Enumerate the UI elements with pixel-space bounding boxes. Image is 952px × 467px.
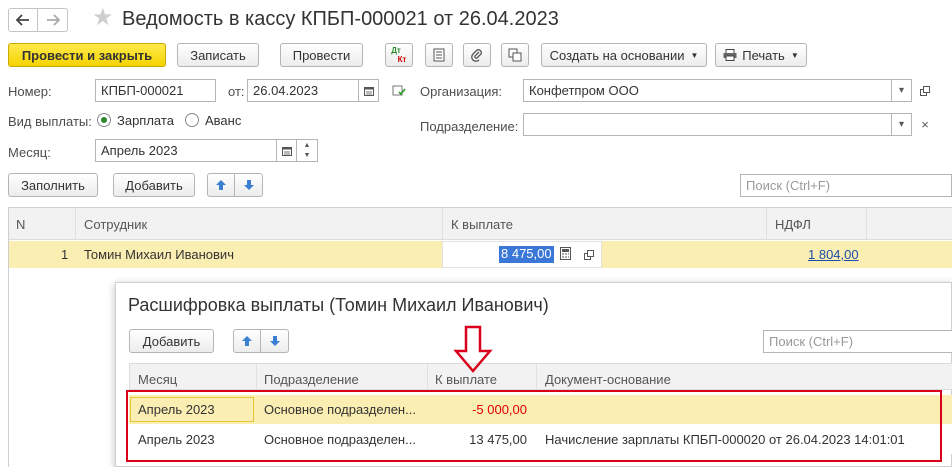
popup-move-down-button[interactable] [261, 329, 289, 353]
row-to-pay-value: 8 475,00 [501, 246, 552, 261]
open-link-icon [920, 85, 930, 96]
move-down-button[interactable] [235, 173, 263, 197]
printer-icon [723, 49, 737, 61]
list-icon [433, 48, 445, 62]
popup-move-up-button[interactable] [233, 329, 261, 353]
column-ndfl[interactable]: НДФЛ [775, 217, 811, 232]
organization-open-button[interactable] [914, 79, 936, 102]
column-n[interactable]: N [16, 217, 25, 232]
back-button[interactable] [8, 8, 38, 32]
calculator-icon [560, 247, 571, 260]
row-number: 1 [61, 247, 69, 262]
kt-label: Кт [397, 55, 407, 64]
annotation-highlight-box [126, 390, 942, 462]
arrow-right-icon [46, 14, 60, 26]
department-clear-button[interactable]: × [914, 113, 936, 136]
calendar-icon [281, 146, 292, 156]
close-icon: × [921, 117, 929, 132]
organization-dropdown-button[interactable]: ▾ [892, 79, 912, 102]
save-button[interactable]: Записать [177, 43, 259, 67]
calendar-icon [363, 86, 374, 96]
create-based-on-label: Создать на основании [549, 47, 685, 63]
number-label: Номер: [8, 84, 52, 99]
date-from-label: от: [228, 84, 245, 99]
department-dropdown-button[interactable]: ▾ [892, 113, 912, 136]
organization-field[interactable]: Конфетпром ООО [523, 79, 892, 102]
radio-advance-label[interactable]: Аванс [205, 113, 241, 128]
column-employee[interactable]: Сотрудник [84, 217, 147, 232]
row-employee: Томин Михаил Иванович [84, 247, 234, 262]
month-stepper[interactable]: ▲ ▼ [297, 139, 318, 162]
month-label: Месяц: [8, 145, 51, 160]
pay-type-label: Вид выплаты: [8, 114, 92, 129]
favorite-star-icon[interactable]: ★ [92, 6, 114, 30]
arrow-down-icon [243, 180, 254, 190]
organization-label: Организация: [420, 84, 503, 99]
open-detail-button[interactable] [584, 248, 594, 263]
move-up-button[interactable] [207, 173, 235, 197]
radio-salary-label[interactable]: Зарплата [117, 113, 174, 128]
row-ndfl-link[interactable]: 1 804,00 [808, 247, 859, 262]
popup-column-document[interactable]: Документ-основание [545, 372, 671, 387]
post-and-close-button[interactable]: Провести и закрыть [8, 43, 166, 67]
structure-icon [508, 48, 522, 62]
department-label: Подразделение: [420, 119, 519, 134]
attach-button[interactable] [463, 43, 491, 67]
number-field[interactable]: КПБП-000021 [95, 79, 216, 102]
popup-search-input[interactable]: Поиск (Ctrl+F) [763, 330, 952, 353]
department-field[interactable] [523, 113, 892, 136]
date-field[interactable]: 26.04.2023 [247, 79, 359, 102]
post-status-icon [392, 85, 406, 100]
row-to-pay[interactable]: 8 475,00 [499, 246, 554, 263]
calendar-button[interactable] [359, 79, 379, 102]
column-to-pay[interactable]: К выплате [451, 217, 513, 232]
document-list-button[interactable] [425, 43, 453, 67]
arrow-up-icon [216, 180, 226, 190]
month-calendar-button[interactable] [277, 139, 297, 162]
annotation-arrow-down-icon [453, 325, 493, 373]
print-label: Печать [742, 47, 785, 63]
month-field[interactable]: Апрель 2023 [95, 139, 277, 162]
popup-column-to-pay[interactable]: К выплате [435, 372, 497, 387]
open-link-icon [584, 250, 594, 260]
structure-button[interactable] [501, 43, 529, 67]
print-button[interactable]: Печать ▼ [715, 43, 807, 67]
popup-title: Расшифровка выплаты (Томин Михаил Иванов… [128, 295, 549, 315]
arrow-up-icon [242, 336, 252, 346]
arrow-down-icon [269, 336, 280, 346]
popup-add-button[interactable]: Добавить [129, 329, 214, 353]
post-button[interactable]: Провести [280, 43, 363, 67]
search-input[interactable]: Поиск (Ctrl+F) [740, 174, 952, 197]
radio-salary[interactable] [97, 113, 111, 127]
table-row[interactable]: 1 Томин Михаил Иванович 8 475,00 1 804,0… [9, 241, 952, 268]
add-button[interactable]: Добавить [113, 173, 195, 197]
calculator-button[interactable] [560, 247, 571, 263]
dt-label: Дт [391, 46, 401, 55]
radio-advance[interactable] [185, 113, 199, 127]
popup-column-department[interactable]: Подразделение [264, 372, 359, 387]
chevron-down-icon: ▼ [790, 50, 799, 60]
paperclip-icon [471, 49, 482, 62]
chevron-down-icon: ▼ [690, 50, 699, 60]
dt-kt-button[interactable]: Дт Кт [385, 43, 413, 67]
create-based-on-button[interactable]: Создать на основании ▼ [541, 43, 707, 67]
popup-column-month[interactable]: Месяц [138, 372, 177, 387]
arrow-left-icon [16, 14, 29, 26]
window-title: Ведомость в кассу КПБП-000021 от 26.04.2… [122, 8, 559, 30]
popup-table-header [129, 363, 952, 390]
forward-button[interactable] [38, 8, 68, 32]
fill-button[interactable]: Заполнить [8, 173, 98, 197]
